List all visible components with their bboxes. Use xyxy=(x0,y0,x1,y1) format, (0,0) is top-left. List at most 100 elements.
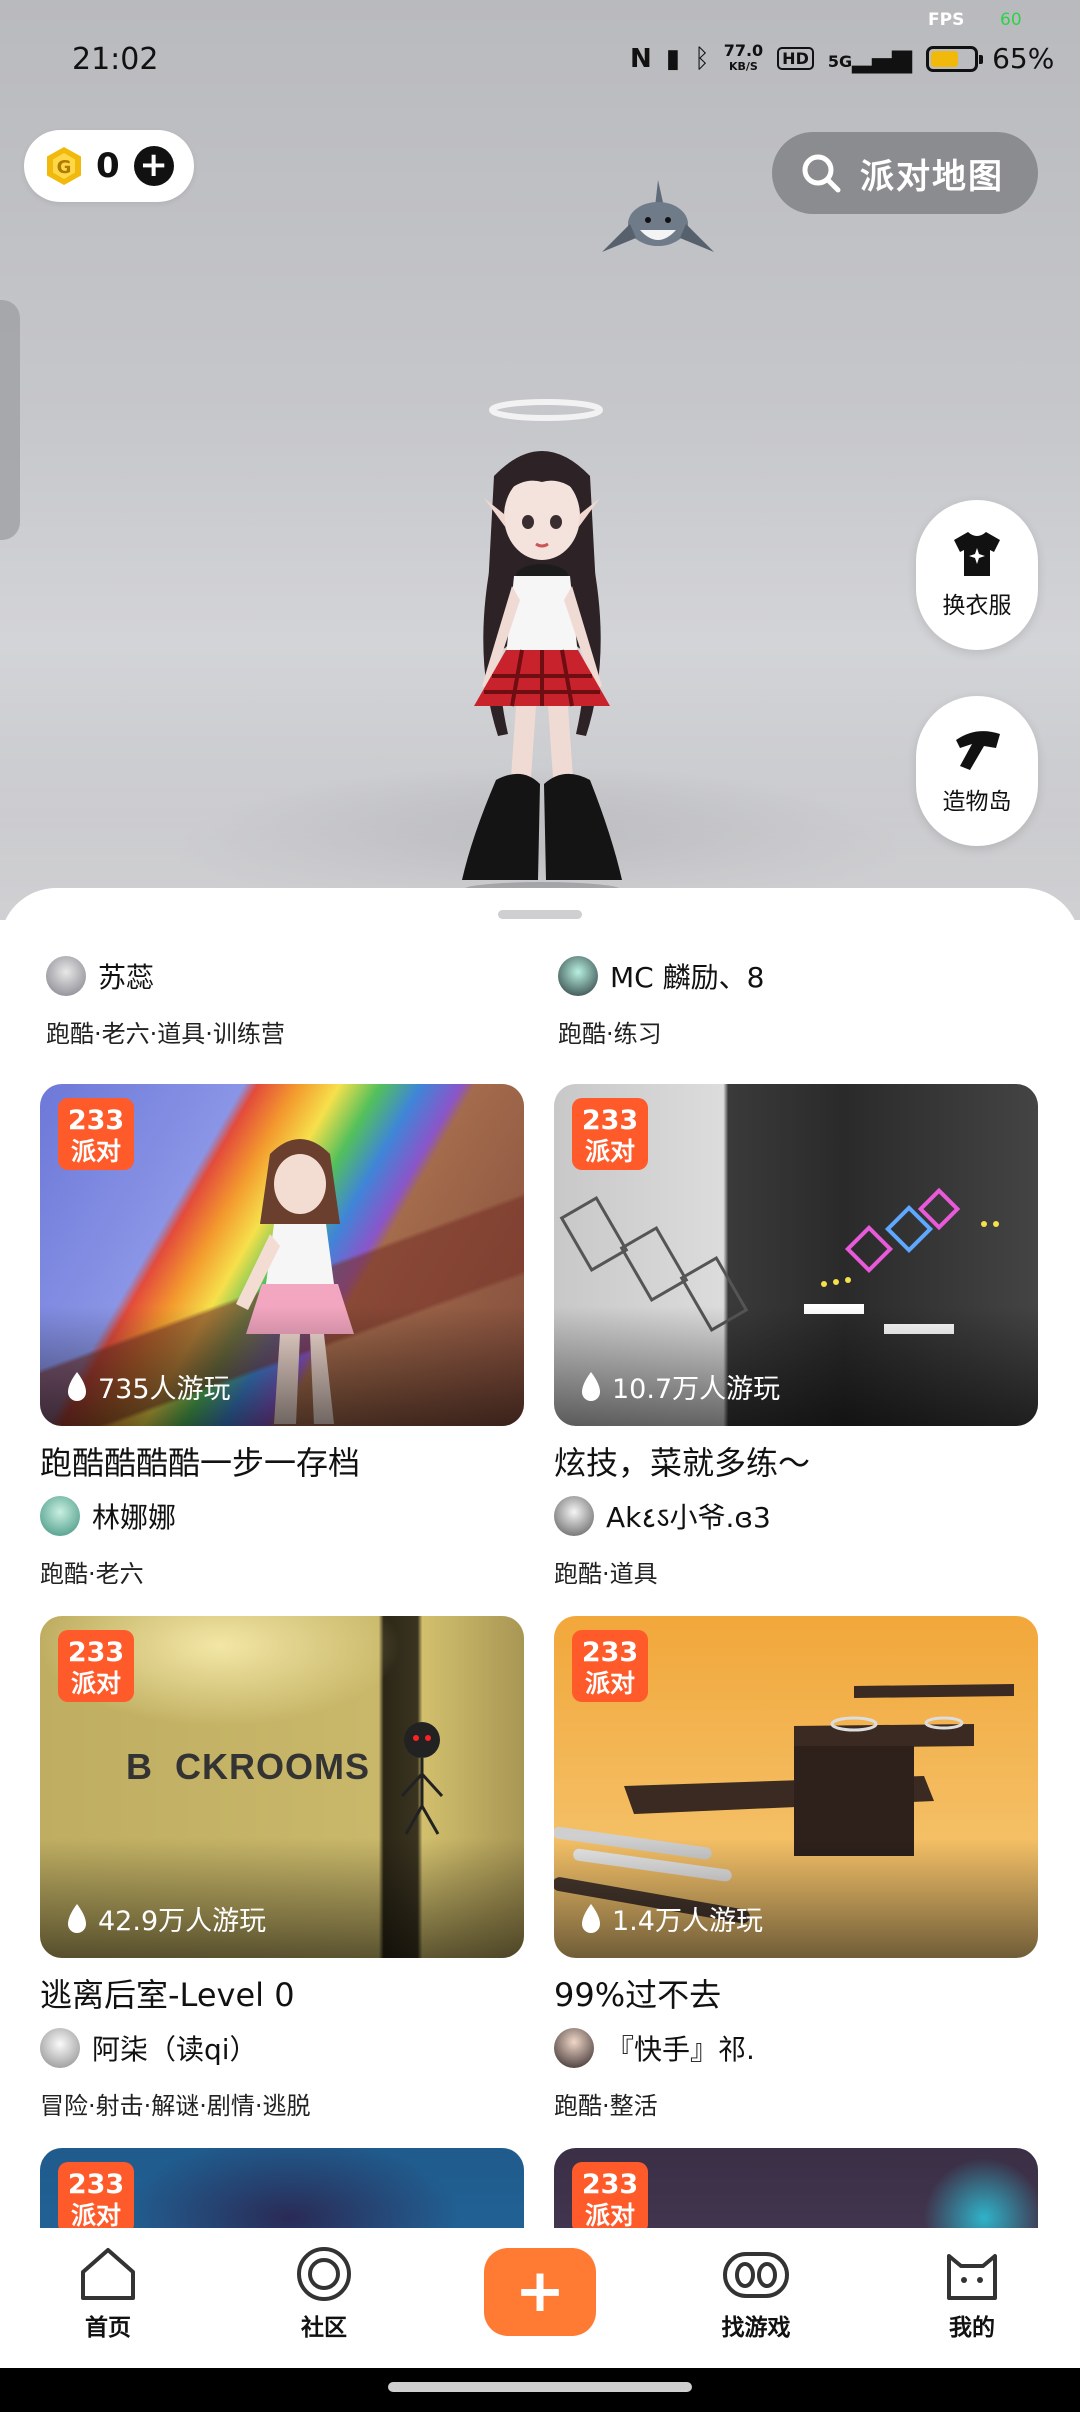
list-item[interactable]: MC 麟励、8 跑酷·练习 xyxy=(558,954,1038,1049)
tab-home[interactable]: 首页 xyxy=(38,2246,178,2342)
fps-label: FPS xyxy=(928,10,965,30)
thumb-shade xyxy=(554,1838,1038,1958)
author-row[interactable]: Ak٤ऽ小爷.ɞ3 xyxy=(554,1494,1038,1538)
game-thumbnail[interactable]: 233 派对 xyxy=(554,2148,1038,2228)
avatar xyxy=(40,2028,80,2068)
create-button[interactable]: + xyxy=(484,2248,596,2336)
sheet-drag-handle[interactable] xyxy=(498,910,582,919)
side-drawer-handle[interactable] xyxy=(0,300,20,540)
coin-count: 0 xyxy=(96,146,120,186)
author-row[interactable]: 林娜娜 xyxy=(40,1494,524,1538)
battery-percent: 65% xyxy=(992,42,1055,75)
halo xyxy=(489,399,603,421)
search-icon xyxy=(802,154,841,193)
battery-fill xyxy=(931,50,959,67)
backrooms-sign: B CKROOMS xyxy=(126,1746,370,1787)
badge-bottom: 派对 xyxy=(71,2201,121,2228)
game-card[interactable]: 233 派对 xyxy=(554,2148,1038,2228)
game-title[interactable]: 99%过不去 xyxy=(554,1970,1038,2016)
nfc-icon: N xyxy=(630,43,652,74)
tab-me[interactable]: 我的 xyxy=(902,2246,1042,2342)
game-list-sheet[interactable]: 苏蕊 跑酷·老六·道具·训练营 MC 麟励、8 跑酷·练习 233 派对 735… xyxy=(0,888,1080,2228)
game-thumbnail[interactable]: 233 派对 1.4万人游玩 xyxy=(554,1616,1038,1958)
author-row[interactable]: 苏蕊 xyxy=(46,954,526,998)
game-card[interactable]: 233 派对 10.7万人游玩 炫技，菜就多练～ Ak٤ऽ小爷.ɞ3 跑酷·道具 xyxy=(554,1084,1038,1589)
avatar xyxy=(558,956,598,996)
badge-bottom: 派对 xyxy=(585,1669,635,1698)
thumb-shade xyxy=(40,1838,524,1958)
author-row[interactable]: 阿柒（读qi） xyxy=(40,2026,524,2070)
party-badge: 233 派对 xyxy=(572,1098,648,1170)
game-title[interactable]: 逃离后室-Level 0 xyxy=(40,1970,524,2016)
badge-bottom: 派对 xyxy=(71,1137,121,1166)
thumb-shade xyxy=(40,1306,524,1426)
author-name: MC 麟励、8 xyxy=(610,961,765,994)
badge-top: 233 xyxy=(68,1105,124,1136)
game-card[interactable]: 233 派对 xyxy=(40,2148,524,2228)
coin-balance[interactable]: G 0 + xyxy=(24,130,194,202)
author-name: Ak٤ऽ小爷.ɞ3 xyxy=(606,1501,771,1534)
flame-icon xyxy=(582,1371,600,1401)
tab-find-games-label: 找游戏 xyxy=(721,2315,791,2341)
plus-icon[interactable]: + xyxy=(133,146,174,186)
wardrobe-button[interactable]: 换衣服 xyxy=(916,500,1038,650)
game-tags: 跑酷·老六 xyxy=(40,1560,144,1588)
svg-text:G: G xyxy=(57,157,72,178)
author-name: 阿柒（读qi） xyxy=(92,2033,258,2066)
game-thumbnail[interactable]: 233 派对 10.7万人游玩 xyxy=(554,1084,1038,1426)
author-name: 『快手』祁. xyxy=(606,2033,755,2066)
net-speed-unit: KB/S xyxy=(729,59,758,73)
player-avatar[interactable] xyxy=(432,436,652,896)
home-gesture-pill[interactable] xyxy=(388,2382,692,2392)
tab-find-games[interactable]: 找游戏 xyxy=(686,2246,826,2342)
party-map-label: 派对地图 xyxy=(860,156,1004,197)
game-thumbnail[interactable]: 233 派对 735人游玩 xyxy=(40,1084,524,1426)
status-icons: N ▮ ᛒ 77.0 KB/S HD 5G▂▄▆ 65% xyxy=(630,42,1054,75)
wardrobe-label: 换衣服 xyxy=(942,593,1012,619)
signal-icon: 5G▂▄▆ xyxy=(827,43,913,74)
badge-bottom: 派对 xyxy=(71,1669,121,1698)
list-item[interactable]: 苏蕊 跑酷·老六·道具·训练营 xyxy=(46,954,526,1049)
battery-icon xyxy=(926,45,984,72)
game-thumbnail[interactable]: B CKROOMS 233 派对 42.9万人游玩 xyxy=(40,1616,524,1958)
build-island-button[interactable]: 造物岛 xyxy=(916,696,1038,846)
thumb-shade xyxy=(554,1306,1038,1426)
net-speed: 77.0 KB/S xyxy=(724,42,763,75)
party-badge: 233 派对 xyxy=(58,2162,134,2228)
tab-me-label: 我的 xyxy=(949,2315,995,2341)
system-nav-bar xyxy=(0,2368,1080,2412)
game-tags: 跑酷·整活 xyxy=(554,2092,658,2120)
play-count-text: 735人游玩 xyxy=(98,1374,231,1405)
author-row[interactable]: 『快手』祁. xyxy=(554,2026,1038,2070)
game-card[interactable]: B CKROOMS 233 派对 42.9万人游玩 逃离后室-Level 0 阿… xyxy=(40,1616,524,2121)
flame-icon xyxy=(582,1903,600,1933)
author-name: 林娜娜 xyxy=(92,1501,177,1534)
status-bar: 21:02 FPS 60 N ▮ ᛒ 77.0 KB/S HD 5G▂▄▆ 65… xyxy=(0,0,1080,120)
game-title[interactable]: 炫技，菜就多练～ xyxy=(554,1438,1038,1484)
game-card[interactable]: 233 派对 735人游玩 跑酷酷酷酷一步一存档 林娜娜 跑酷·老六 xyxy=(40,1084,524,1589)
flame-icon xyxy=(68,1903,86,1933)
bottom-tab-bar: 首页 社区 + 找游戏 我的 xyxy=(0,2228,1080,2368)
author-row[interactable]: MC 麟励、8 xyxy=(558,954,1038,998)
avatar-scene[interactable]: 21:02 FPS 60 N ▮ ᛒ 77.0 KB/S HD 5G▂▄▆ 65… xyxy=(0,0,1080,920)
author-name: 苏蕊 xyxy=(98,961,155,994)
tab-home-label: 首页 xyxy=(85,2315,131,2341)
game-thumbnail[interactable]: 233 派对 xyxy=(40,2148,524,2228)
game-card[interactable]: 233 派对 1.4万人游玩 99%过不去 『快手』祁. 跑酷·整活 xyxy=(554,1616,1038,2121)
status-time: 21:02 xyxy=(72,42,159,77)
game-tags: 跑酷·道具 xyxy=(554,1560,658,1588)
avatar xyxy=(554,1496,594,1536)
vibrate-icon: ▮ xyxy=(665,43,681,74)
flame-icon xyxy=(68,1371,86,1401)
game-title[interactable]: 跑酷酷酷酷一步一存档 xyxy=(40,1438,524,1484)
play-count: 42.9万人游玩 xyxy=(66,1899,266,1938)
badge-bottom: 派对 xyxy=(585,1137,635,1166)
hd-icon: HD xyxy=(777,47,814,70)
tab-community[interactable]: 社区 xyxy=(254,2246,394,2342)
party-map-button[interactable]: 派对地图 xyxy=(772,132,1038,214)
game-tags: 跑酷·练习 xyxy=(558,1020,662,1048)
shirt-icon xyxy=(954,532,1000,576)
avatar xyxy=(554,2028,594,2068)
play-count-text: 10.7万人游玩 xyxy=(612,1374,781,1405)
badge-top: 233 xyxy=(582,2169,638,2200)
